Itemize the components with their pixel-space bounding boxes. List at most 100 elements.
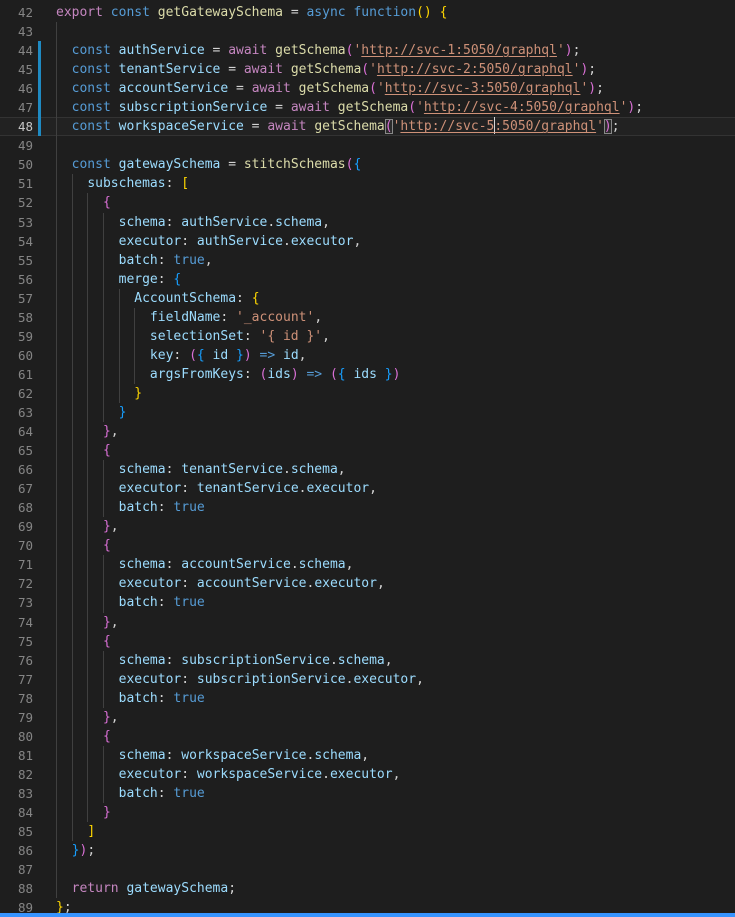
code-line-75[interactable]: 75 { [0, 632, 735, 651]
code-line-58[interactable]: 58 fieldName: '_account', [0, 308, 735, 327]
code-line-72[interactable]: 72 executor: accountService.executor, [0, 574, 735, 593]
code-text[interactable] [41, 860, 735, 879]
code-text[interactable]: batch: true [41, 498, 735, 517]
code-text[interactable]: const authService = await getSchema('htt… [41, 41, 735, 60]
code-text[interactable]: batch: true [41, 593, 735, 612]
code-line-54[interactable]: 54 executor: authService.executor, [0, 232, 735, 251]
code-text[interactable]: schema: tenantService.schema, [41, 460, 735, 479]
code-text[interactable]: { [41, 727, 735, 746]
code-line-55[interactable]: 55 batch: true, [0, 251, 735, 270]
line-number[interactable]: 88 [0, 879, 33, 898]
line-number[interactable]: 44 [0, 41, 33, 60]
code-line-63[interactable]: 63 } [0, 403, 735, 422]
code-text[interactable]: merge: { [41, 270, 735, 289]
code-text[interactable]: executor: tenantService.executor, [41, 479, 735, 498]
code-text[interactable]: const workspaceService = await getSchema… [41, 117, 735, 136]
line-number[interactable]: 70 [0, 536, 33, 555]
code-line-76[interactable]: 76 schema: subscriptionService.schema, [0, 651, 735, 670]
code-line-42[interactable]: 42 export const getGatewaySchema = async … [0, 3, 735, 22]
code-text[interactable]: export const getGatewaySchema = async fu… [41, 3, 735, 22]
code-text[interactable]: schema: accountService.schema, [41, 555, 735, 574]
code-line-46[interactable]: 46 const accountService = await getSchem… [0, 79, 735, 98]
code-text[interactable]: const accountService = await getSchema('… [41, 79, 735, 98]
code-line-57[interactable]: 57 AccountSchema: { [0, 289, 735, 308]
line-number[interactable]: 84 [0, 803, 33, 822]
code-text[interactable]: }); [41, 841, 735, 860]
line-number[interactable]: 83 [0, 784, 33, 803]
line-number[interactable]: 46 [0, 79, 33, 98]
line-number[interactable]: 77 [0, 670, 33, 689]
line-number[interactable]: 54 [0, 232, 33, 251]
line-number[interactable]: 43 [0, 22, 33, 41]
line-number[interactable]: 53 [0, 213, 33, 232]
line-number[interactable]: 87 [0, 860, 33, 879]
line-number[interactable]: 73 [0, 593, 33, 612]
code-text[interactable]: } [41, 803, 735, 822]
line-number[interactable]: 57 [0, 289, 33, 308]
code-text[interactable]: executor: authService.executor, [41, 232, 735, 251]
code-text[interactable] [41, 136, 735, 155]
line-number[interactable]: 60 [0, 346, 33, 365]
code-text[interactable]: { [41, 632, 735, 651]
code-line-77[interactable]: 77 executor: subscriptionService.executo… [0, 670, 735, 689]
code-text[interactable]: { [41, 441, 735, 460]
code-line-79[interactable]: 79 }, [0, 708, 735, 727]
line-number[interactable]: 49 [0, 136, 33, 155]
code-line-47[interactable]: 47 const subscriptionService = await get… [0, 98, 735, 117]
line-number[interactable]: 85 [0, 822, 33, 841]
code-text[interactable]: } [41, 403, 735, 422]
line-number[interactable]: 66 [0, 460, 33, 479]
line-number[interactable]: 65 [0, 441, 33, 460]
code-line-48[interactable]: 48 const workspaceService = await getSch… [0, 117, 735, 136]
line-number[interactable]: 62 [0, 384, 33, 403]
code-line-73[interactable]: 73 batch: true [0, 593, 735, 612]
code-text[interactable]: { [41, 193, 735, 212]
code-text[interactable]: } [41, 384, 735, 403]
code-editor[interactable]: 42 export const getGatewaySchema = async … [0, 0, 735, 917]
code-text[interactable]: AccountSchema: { [41, 289, 735, 308]
code-text[interactable]: batch: true [41, 689, 735, 708]
code-text[interactable]: const tenantService = await getSchema('h… [41, 60, 735, 79]
line-number[interactable]: 64 [0, 422, 33, 441]
code-text[interactable]: }, [41, 422, 735, 441]
code-line-69[interactable]: 69 }, [0, 517, 735, 536]
code-line-80[interactable]: 80 { [0, 727, 735, 746]
code-line-53[interactable]: 53 schema: authService.schema, [0, 213, 735, 232]
code-line-81[interactable]: 81 schema: workspaceService.schema, [0, 746, 735, 765]
code-line-74[interactable]: 74 }, [0, 613, 735, 632]
code-text[interactable]: { [41, 536, 735, 555]
line-number[interactable]: 55 [0, 251, 33, 270]
code-text[interactable]: batch: true [41, 784, 735, 803]
line-number[interactable]: 79 [0, 708, 33, 727]
code-line-49[interactable]: 49 [0, 136, 735, 155]
code-text[interactable]: }, [41, 613, 735, 632]
code-line-45[interactable]: 45 const tenantService = await getSchema… [0, 60, 735, 79]
code-text[interactable]: executor: workspaceService.executor, [41, 765, 735, 784]
line-number[interactable]: 78 [0, 689, 33, 708]
code-line-60[interactable]: 60 key: ({ id }) => id, [0, 346, 735, 365]
line-number[interactable]: 51 [0, 174, 33, 193]
code-text[interactable]: }, [41, 517, 735, 536]
code-text[interactable]: executor: subscriptionService.executor, [41, 670, 735, 689]
line-number[interactable]: 48 [0, 117, 33, 136]
line-number[interactable]: 67 [0, 479, 33, 498]
code-line-59[interactable]: 59 selectionSet: '{ id }', [0, 327, 735, 346]
code-line-66[interactable]: 66 schema: tenantService.schema, [0, 460, 735, 479]
line-number[interactable]: 63 [0, 403, 33, 422]
code-line-56[interactable]: 56 merge: { [0, 270, 735, 289]
code-text[interactable]: schema: workspaceService.schema, [41, 746, 735, 765]
code-line-51[interactable]: 51 subschemas: [ [0, 174, 735, 193]
code-line-62[interactable]: 62 } [0, 384, 735, 403]
code-line-64[interactable]: 64 }, [0, 422, 735, 441]
code-text[interactable]: fieldName: '_account', [41, 308, 735, 327]
line-number[interactable]: 71 [0, 555, 33, 574]
code-line-44[interactable]: 44 const authService = await getSchema('… [0, 41, 735, 60]
line-number[interactable]: 74 [0, 613, 33, 632]
code-line-43[interactable]: 43 [0, 22, 735, 41]
code-line-85[interactable]: 85 ] [0, 822, 735, 841]
line-number[interactable]: 72 [0, 574, 33, 593]
line-number[interactable]: 42 [0, 3, 33, 22]
code-text[interactable]: argsFromKeys: (ids) => ({ ids }) [41, 365, 735, 384]
code-text[interactable]: return gatewaySchema; [41, 879, 735, 898]
line-number[interactable]: 76 [0, 651, 33, 670]
